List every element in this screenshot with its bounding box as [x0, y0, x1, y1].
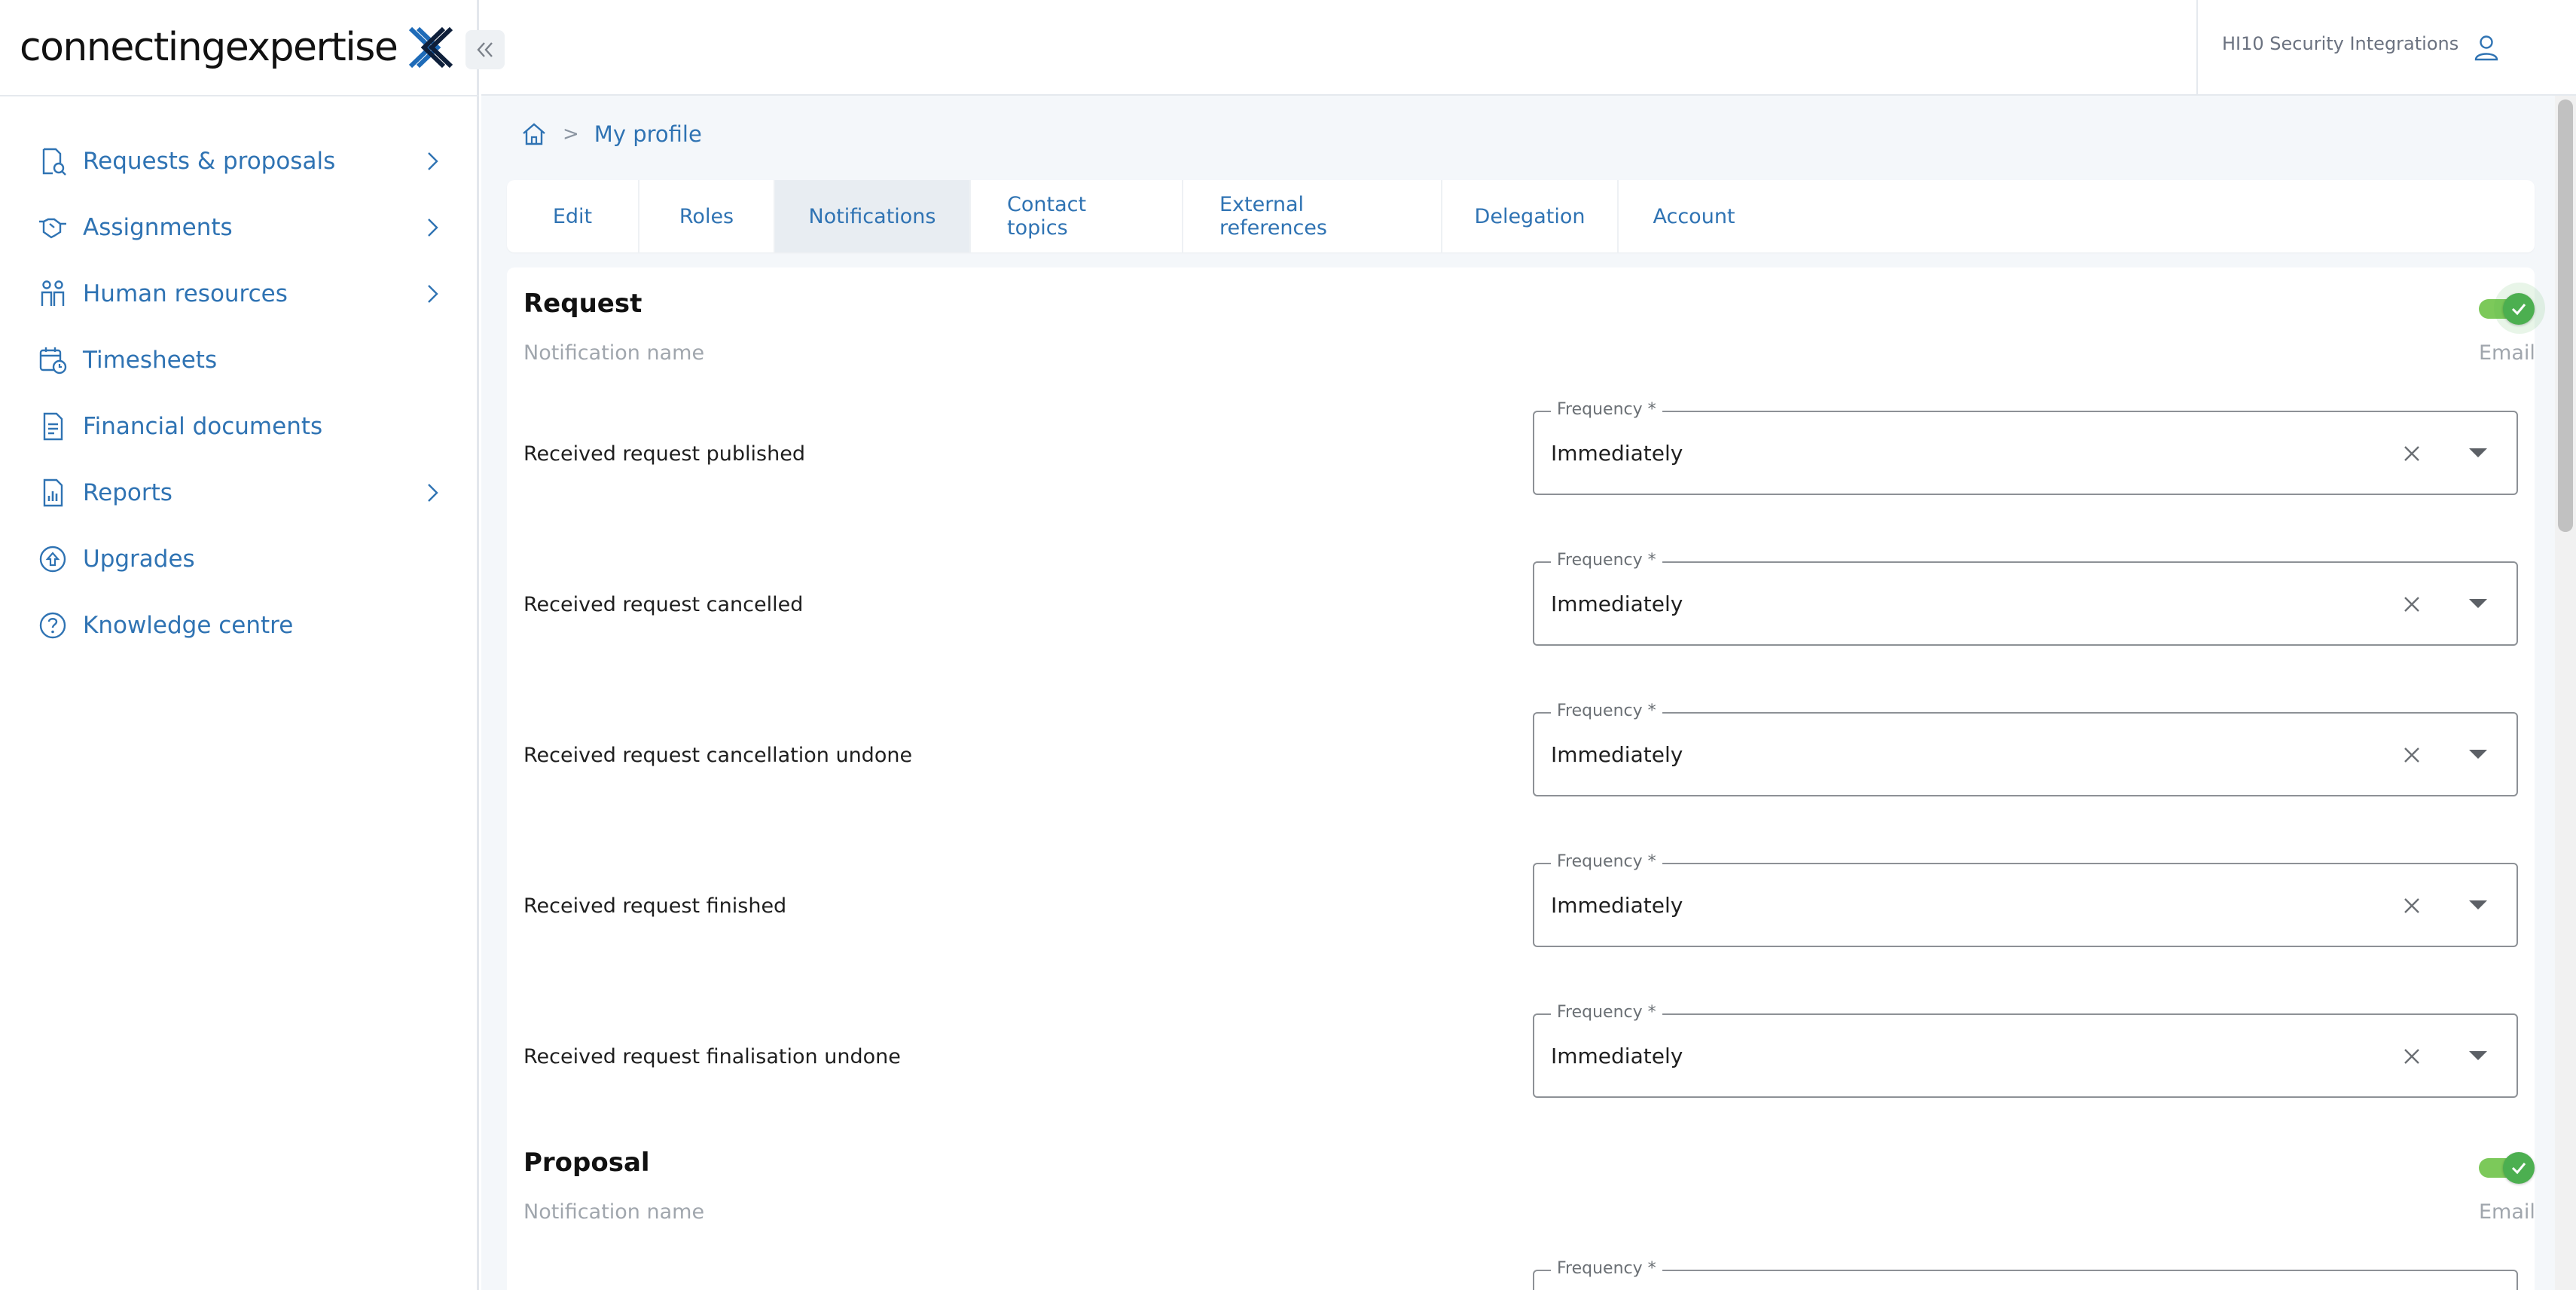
tab-external-references[interactable]: External references: [1183, 180, 1442, 252]
close-icon[interactable]: [2401, 593, 2423, 616]
app-logo[interactable]: connectingexpertise: [20, 15, 454, 80]
caret-down-icon[interactable]: [2467, 1047, 2489, 1065]
people-icon: [41, 280, 65, 306]
breadcrumb: > My profile: [520, 115, 702, 153]
email-toggle-request[interactable]: [2479, 283, 2545, 334]
frequency-value: Immediately: [1551, 1044, 1683, 1068]
tab-delegation[interactable]: Delegation: [1442, 180, 1619, 252]
frequency-select[interactable]: Frequency * Immediately: [1533, 1003, 2518, 1098]
notification-label: Received request cancellation undone: [523, 744, 913, 767]
tab-roles[interactable]: Roles: [639, 180, 775, 252]
header-divider: [2196, 0, 2198, 96]
close-icon[interactable]: [2401, 442, 2423, 465]
sidebar-item-label: Requests & proposals: [83, 148, 336, 175]
breadcrumb-separator: >: [563, 123, 579, 145]
sidebar-item-label: Assignments: [83, 214, 233, 241]
sidebar-item-label: Timesheets: [83, 347, 218, 374]
sidebar-item-reports[interactable]: Reports: [0, 460, 479, 526]
caret-down-icon[interactable]: [2467, 595, 2489, 613]
breadcrumb-current[interactable]: My profile: [594, 121, 702, 147]
frequency-value: Immediately: [1551, 441, 1683, 466]
notification-label: Received request published: [523, 442, 805, 466]
sidebar-item-assignments[interactable]: Assignments: [0, 194, 479, 261]
frequency-label: Frequency *: [1551, 702, 1662, 720]
frequency-select[interactable]: Frequency * Immediately: [1533, 400, 2518, 495]
invoice-icon: [43, 412, 63, 441]
caret-down-icon[interactable]: [2467, 745, 2489, 763]
frequency-label: Frequency *: [1551, 1003, 1662, 1022]
tab-notifications[interactable]: Notifications: [775, 180, 971, 252]
close-icon[interactable]: [2401, 1045, 2423, 1068]
question-circle-icon: [39, 612, 66, 639]
frequency-select[interactable]: Frequency * Immediately: [1533, 551, 2518, 646]
user-name[interactable]: HI10 Security Integrations: [2222, 33, 2458, 54]
column-header-email: Email: [2479, 1200, 2535, 1224]
sidebar-item-label: Knowledge centre: [83, 612, 294, 639]
section-title-request: Request: [523, 289, 642, 319]
frequency-value: Immediately: [1551, 742, 1683, 767]
chevron-right-icon: [428, 152, 438, 170]
sidebar-item-label: Reports: [83, 479, 172, 506]
calendar-clock-icon: [39, 347, 67, 374]
frequency-value: Immediately: [1551, 592, 1683, 616]
frequency-label: Frequency *: [1551, 1259, 1662, 1278]
profile-tabs: Edit Roles Notifications Contact topics …: [507, 180, 2535, 252]
notification-label: Received request finalisation undone: [523, 1045, 901, 1068]
upgrade-icon: [39, 546, 66, 573]
sidebar-item-financial-documents[interactable]: Financial documents: [0, 393, 479, 460]
column-header-email: Email: [2479, 341, 2535, 365]
frequency-select[interactable]: Frequency *: [1533, 1259, 2518, 1290]
chevron-right-icon: [428, 219, 438, 237]
sidebar-item-label: Financial documents: [83, 413, 323, 440]
tab-edit[interactable]: Edit: [507, 180, 639, 252]
scrollbar-thumb[interactable]: [2558, 99, 2573, 532]
sidebar-item-upgrades[interactable]: Upgrades: [0, 526, 479, 592]
main-content: > My profile Edit Roles Notifications Co…: [481, 96, 2555, 1290]
cross-x-logo-icon: [409, 26, 453, 69]
logo-text: connectingexpertise: [20, 25, 398, 70]
frequency-label: Frequency *: [1551, 400, 1662, 419]
email-toggle-proposal[interactable]: [2479, 1151, 2536, 1184]
sidebar-item-knowledge-centre[interactable]: Knowledge centre: [0, 592, 479, 659]
handshake-icon: [39, 218, 66, 239]
report-icon: [43, 478, 63, 507]
home-icon[interactable]: [520, 121, 548, 148]
frequency-select[interactable]: Frequency * Immediately: [1533, 852, 2518, 947]
notifications-card: Request Notification name Email Received…: [507, 267, 2545, 1290]
toggle-knob: [2503, 1152, 2535, 1184]
frequency-select[interactable]: Frequency * Immediately: [1533, 702, 2518, 796]
user-icon[interactable]: [2472, 33, 2501, 62]
close-icon[interactable]: [2401, 744, 2423, 766]
double-chevron-left-icon: [477, 42, 493, 57]
frequency-value: Immediately: [1551, 893, 1683, 918]
tab-account[interactable]: Account: [1619, 180, 1769, 252]
sidebar-item-label: Upgrades: [83, 546, 195, 573]
column-header-notification-name: Notification name: [523, 341, 705, 365]
frequency-label: Frequency *: [1551, 551, 1662, 570]
notification-label: Received request finished: [523, 894, 787, 918]
section-title-proposal: Proposal: [523, 1148, 650, 1178]
notification-label: Received request cancelled: [523, 593, 804, 616]
sidebar-item-requests-proposals[interactable]: Requests & proposals: [0, 128, 479, 194]
sidebar-item-human-resources[interactable]: Human resources: [0, 261, 479, 327]
column-header-notification-name: Notification name: [523, 1200, 705, 1224]
caret-down-icon[interactable]: [2467, 444, 2489, 462]
caret-down-icon[interactable]: [2467, 896, 2489, 914]
sidebar-divider: [0, 95, 479, 96]
close-icon[interactable]: [2401, 894, 2423, 917]
toggle-knob: [2503, 293, 2535, 325]
frequency-label: Frequency *: [1551, 852, 1662, 871]
chevron-right-icon: [428, 285, 438, 303]
sidebar-collapse-button[interactable]: [465, 30, 505, 69]
sidebar-item-label: Human resources: [83, 280, 288, 307]
check-icon: [2511, 304, 2526, 316]
sidebar: connectingexpertise Requests & proposals: [0, 0, 479, 1290]
sidebar-nav: Requests & proposals Assignments Human r: [0, 128, 479, 659]
document-search-icon: [42, 148, 66, 176]
check-icon: [2511, 1163, 2526, 1175]
chevron-right-icon: [428, 484, 438, 502]
sidebar-item-timesheets[interactable]: Timesheets: [0, 327, 479, 393]
tab-contact-topics[interactable]: Contact topics: [971, 180, 1183, 252]
